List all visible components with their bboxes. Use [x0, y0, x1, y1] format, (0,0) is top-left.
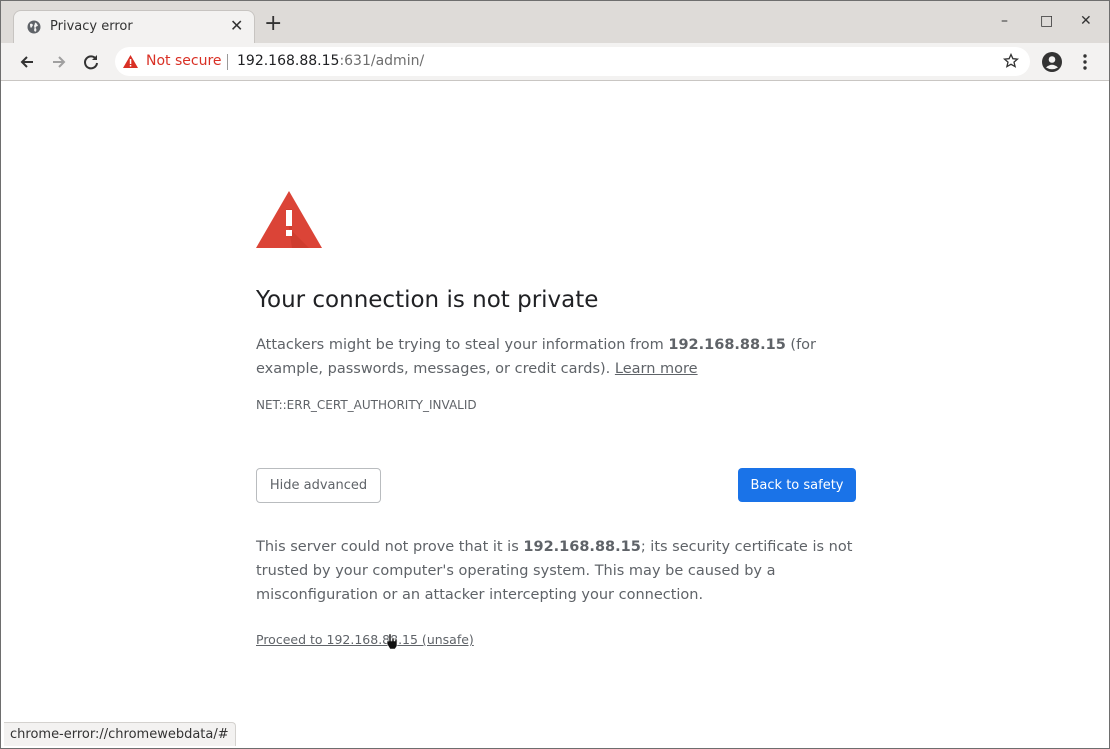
new-tab-button[interactable]: +: [264, 13, 282, 35]
proceed-unsafe-link[interactable]: Proceed to 192.168.88.15 (unsafe): [256, 632, 474, 647]
learn-more-link[interactable]: Learn more: [615, 361, 698, 377]
url-text[interactable]: 192.168.88.15:631/admin/: [237, 53, 424, 69]
globe-icon: [27, 20, 41, 34]
back-to-safety-button[interactable]: Back to safety: [738, 468, 856, 502]
tab-title: Privacy error: [50, 19, 133, 34]
page-title: Your connection is not private: [256, 287, 599, 313]
warning-icon: [123, 55, 138, 68]
intro-host: 192.168.88.15: [668, 337, 786, 353]
not-secure-label[interactable]: Not secure: [146, 53, 222, 69]
url-path: :631/admin/: [339, 53, 425, 69]
intro-text: Attackers might be trying to steal your …: [256, 333, 856, 381]
tab-close-icon[interactable]: ✕: [230, 16, 243, 35]
details-text: This server could not prove that it is 1…: [256, 535, 856, 607]
details-text-part: This server could not prove that it is: [256, 539, 524, 555]
status-bar: chrome-error://chromewebdata/#: [4, 722, 236, 746]
reload-icon[interactable]: [80, 51, 102, 73]
error-code: NET::ERR_CERT_AUTHORITY_INVALID: [256, 398, 477, 412]
address-bar[interactable]: Not secure 192.168.88.15:631/admin/: [115, 47, 1030, 76]
intro-text-part: Attackers might be trying to steal your …: [256, 337, 669, 353]
separator: [227, 54, 228, 70]
minimize-button[interactable]: –: [1001, 13, 1008, 29]
forward-arrow-icon[interactable]: [48, 51, 70, 73]
hand-cursor-icon: [386, 633, 398, 649]
bookmark-star-icon[interactable]: [1003, 53, 1019, 69]
large-warning-icon: [256, 191, 322, 248]
tab-privacy-error[interactable]: Privacy error ✕: [13, 10, 255, 43]
details-host: 192.168.88.15: [523, 539, 641, 555]
title-bar: Privacy error ✕ + – □ ✕: [1, 1, 1109, 43]
toolbar: Not secure 192.168.88.15:631/admin/: [1, 43, 1109, 81]
back-arrow-icon[interactable]: [16, 51, 38, 73]
interstitial-content: Your connection is not private Attackers…: [256, 191, 856, 647]
hide-advanced-button[interactable]: Hide advanced: [256, 468, 381, 503]
close-window-button[interactable]: ✕: [1080, 13, 1092, 29]
url-host: 192.168.88.15: [237, 53, 340, 69]
maximize-button[interactable]: □: [1040, 13, 1053, 29]
menu-dots-icon[interactable]: [1081, 53, 1089, 71]
browser-window: Privacy error ✕ + – □ ✕ Not secure 192.1…: [0, 0, 1110, 749]
profile-avatar-icon[interactable]: [1042, 52, 1062, 72]
